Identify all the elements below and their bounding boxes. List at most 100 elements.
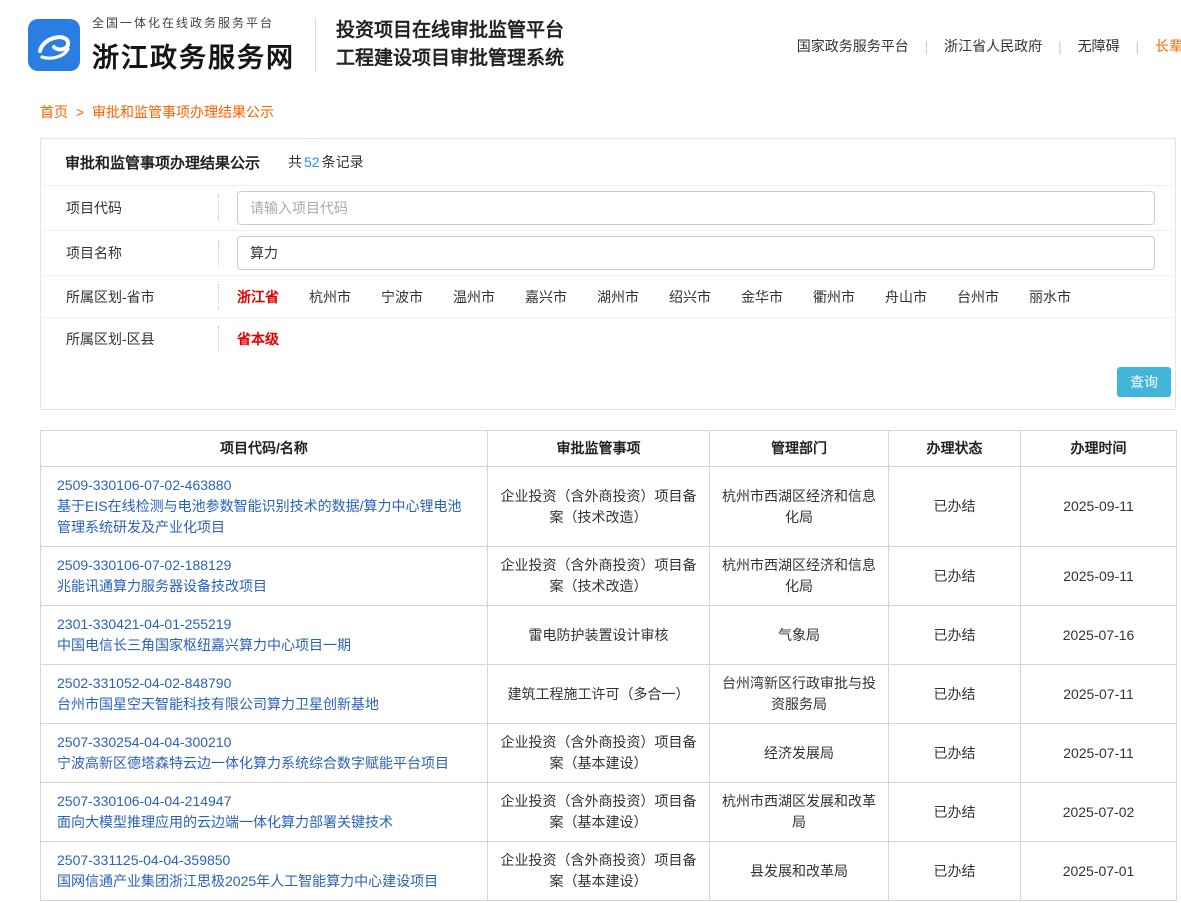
filter-row-region-city: 所属区划-省市 浙江省 杭州市 宁波市 温州市 嘉兴市 湖州市 绍兴市 金华市 … xyxy=(41,275,1175,317)
approval-item: 企业投资（含外商投资）项目备案（技术改造） xyxy=(488,547,710,606)
platform-title-line1: 投资项目在线审批监管平台 xyxy=(336,17,564,45)
department: 县发展和改革局 xyxy=(710,842,889,901)
link-divider: | xyxy=(925,38,929,54)
table-row: 2507-330254-04-04-300210 宁波高新区德塔森特云边一体化算… xyxy=(41,724,1177,783)
date: 2025-07-11 xyxy=(1021,665,1177,724)
filter-row-project-code: 项目代码 xyxy=(41,185,1175,230)
city-option-wenzhou[interactable]: 温州市 xyxy=(453,287,495,307)
date: 2025-07-01 xyxy=(1021,842,1177,901)
header-divider xyxy=(315,18,316,72)
link-national-platform[interactable]: 国家政务服务平台 xyxy=(797,38,909,54)
project-name-link[interactable]: 基于EIS在线检测与电池参数智能识别技术的数据/算力中心锂电池管理系统研发及产业… xyxy=(57,496,471,538)
table-row: 2507-330106-04-04-214947 面向大模型推理应用的云边端一体… xyxy=(41,783,1177,842)
city-option-hangzhou[interactable]: 杭州市 xyxy=(309,287,351,307)
project-code-link[interactable]: 2509-330106-07-02-188129 xyxy=(57,555,471,576)
project-code-link[interactable]: 2301-330421-04-01-255219 xyxy=(57,614,471,635)
filter-panel: 审批和监管事项办理结果公示 共52条记录 项目代码 项目名称 所属区划-省市 浙… xyxy=(40,138,1176,410)
project-code-link[interactable]: 2507-330106-04-04-214947 xyxy=(57,791,471,812)
department: 杭州市西湖区经济和信息化局 xyxy=(710,547,889,606)
department: 杭州市西湖区经济和信息化局 xyxy=(710,467,889,547)
city-option-taizhou[interactable]: 台州市 xyxy=(957,287,999,307)
breadcrumb-current[interactable]: 审批和监管事项办理结果公示 xyxy=(92,104,274,120)
department: 气象局 xyxy=(710,606,889,665)
platform-title: 投资项目在线审批监管平台 工程建设项目审批管理系统 xyxy=(336,17,564,73)
status: 已办结 xyxy=(889,467,1021,547)
portal-tagline: 全国一体化在线政务服务平台 xyxy=(92,14,295,31)
record-count: 共52条记录 xyxy=(288,152,364,172)
status: 已办结 xyxy=(889,842,1021,901)
link-elder-mode[interactable]: 长辈版 xyxy=(1155,38,1181,54)
breadcrumb-home[interactable]: 首页 xyxy=(40,104,68,120)
approval-item: 企业投资（含外商投资）项目备案（基本建设） xyxy=(488,724,710,783)
project-name-link[interactable]: 宁波高新区德塔森特云边一体化算力系统综合数字赋能平台项目 xyxy=(57,753,471,774)
county-option-list: 省本级 xyxy=(237,329,1155,349)
project-code-link[interactable]: 2502-331052-04-02-848790 xyxy=(57,673,471,694)
portal-name: 浙江政务服务网 xyxy=(92,36,295,75)
status: 已办结 xyxy=(889,724,1021,783)
project-name-link[interactable]: 中国电信长三角国家枢纽嘉兴算力中心项目一期 xyxy=(57,635,471,656)
link-divider: | xyxy=(1058,38,1062,54)
approval-item: 建筑工程施工许可（多合一） xyxy=(488,665,710,724)
status: 已办结 xyxy=(889,606,1021,665)
zhejiang-gov-logo-icon xyxy=(28,19,80,71)
panel-title: 审批和监管事项办理结果公示 xyxy=(65,152,260,173)
table-header-row: 项目代码/名称 审批监管事项 管理部门 办理状态 办理时间 xyxy=(41,431,1177,467)
date: 2025-09-11 xyxy=(1021,547,1177,606)
project-name-input[interactable] xyxy=(237,236,1155,270)
status: 已办结 xyxy=(889,547,1021,606)
project-name-link[interactable]: 兆能讯通算力服务器设备技改项目 xyxy=(57,576,471,597)
status: 已办结 xyxy=(889,665,1021,724)
results-table: 项目代码/名称 审批监管事项 管理部门 办理状态 办理时间 2509-33010… xyxy=(40,430,1177,901)
date: 2025-07-11 xyxy=(1021,724,1177,783)
approval-item: 企业投资（含外商投资）项目备案（基本建设） xyxy=(488,783,710,842)
link-accessibility[interactable]: 无障碍 xyxy=(1078,38,1120,54)
status: 已办结 xyxy=(889,783,1021,842)
date: 2025-07-16 xyxy=(1021,606,1177,665)
filter-row-project-name: 项目名称 xyxy=(41,230,1175,275)
record-count-number: 52 xyxy=(304,154,320,170)
city-option-shaoxing[interactable]: 绍兴市 xyxy=(669,287,711,307)
table-row: 2507-331125-04-04-359850 国网信通产业集团浙江思极202… xyxy=(41,842,1177,901)
region-city-label: 所属区划-省市 xyxy=(41,276,219,317)
column-header-status: 办理状态 xyxy=(889,431,1021,467)
city-option-ningbo[interactable]: 宁波市 xyxy=(381,287,423,307)
project-code-link[interactable]: 2507-331125-04-04-359850 xyxy=(57,850,471,871)
date: 2025-09-11 xyxy=(1021,467,1177,547)
department: 经济发展局 xyxy=(710,724,889,783)
record-count-suffix: 条记录 xyxy=(322,154,364,170)
approval-item: 企业投资（含外商投资）项目备案（基本建设） xyxy=(488,842,710,901)
project-name-link[interactable]: 国网信通产业集团浙江思极2025年人工智能算力中心建设项目 xyxy=(57,871,471,892)
project-code-input[interactable] xyxy=(237,191,1155,225)
column-header-department: 管理部门 xyxy=(710,431,889,467)
column-header-code-name: 项目代码/名称 xyxy=(41,431,488,467)
site-header: 全国一体化在线政务服务平台 浙江政务服务网 投资项目在线审批监管平台 工程建设项… xyxy=(0,0,1181,92)
approval-item: 雷电防护装置设计审核 xyxy=(488,606,710,665)
column-header-item: 审批监管事项 xyxy=(488,431,710,467)
city-option-quzhou[interactable]: 衢州市 xyxy=(813,287,855,307)
search-button[interactable]: 查询 xyxy=(1117,367,1171,397)
county-option-provincial[interactable]: 省本级 xyxy=(237,329,279,349)
approval-item: 企业投资（含外商投资）项目备案（技术改造） xyxy=(488,467,710,547)
table-row: 2502-331052-04-02-848790 台州市国星空天智能科技有限公司… xyxy=(41,665,1177,724)
project-code-link[interactable]: 2507-330254-04-04-300210 xyxy=(57,732,471,753)
department: 台州湾新区行政审批与投资服务局 xyxy=(710,665,889,724)
department: 杭州市西湖区发展和改革局 xyxy=(710,783,889,842)
date: 2025-07-02 xyxy=(1021,783,1177,842)
project-code-link[interactable]: 2509-330106-07-02-463880 xyxy=(57,475,471,496)
city-option-zhejiang[interactable]: 浙江省 xyxy=(237,287,279,307)
project-name-label: 项目名称 xyxy=(41,231,219,275)
region-county-label: 所属区划-区县 xyxy=(41,318,219,359)
city-option-list: 浙江省 杭州市 宁波市 温州市 嘉兴市 湖州市 绍兴市 金华市 衢州市 舟山市 … xyxy=(237,287,1155,307)
city-option-jiaxing[interactable]: 嘉兴市 xyxy=(525,287,567,307)
city-option-lishui[interactable]: 丽水市 xyxy=(1029,287,1071,307)
project-name-link[interactable]: 台州市国星空天智能科技有限公司算力卫星创新基地 xyxy=(57,694,471,715)
link-provincial-gov[interactable]: 浙江省人民政府 xyxy=(944,38,1042,54)
header-nav-links: 国家政务服务平台 | 浙江省人民政府 | 无障碍 | 长辈版 xyxy=(797,36,1181,56)
breadcrumb-separator: > xyxy=(76,104,84,120)
city-option-zhoushan[interactable]: 舟山市 xyxy=(885,287,927,307)
city-option-huzhou[interactable]: 湖州市 xyxy=(597,287,639,307)
filter-row-region-county: 所属区划-区县 省本级 xyxy=(41,317,1175,359)
project-name-link[interactable]: 面向大模型推理应用的云边端一体化算力部署关键技术 xyxy=(57,812,471,833)
table-row: 2301-330421-04-01-255219 中国电信长三角国家枢纽嘉兴算力… xyxy=(41,606,1177,665)
city-option-jinhua[interactable]: 金华市 xyxy=(741,287,783,307)
